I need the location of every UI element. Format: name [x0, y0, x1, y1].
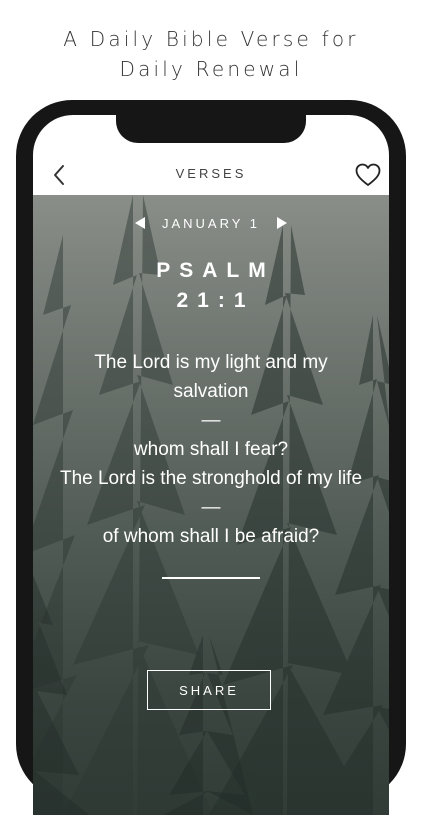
previous-day-button[interactable]: [132, 215, 148, 231]
phone-notch: [116, 115, 306, 143]
date-selector: JANUARY 1: [33, 213, 389, 233]
triangle-left-icon: [134, 217, 145, 229]
verse-line: The Lord is my light and my: [94, 352, 328, 373]
verse-line: of whom shall I be afraid?: [102, 526, 320, 547]
verse-text: The Lord is my light and my salvation — …: [33, 348, 389, 551]
verse-line: salvation: [173, 381, 249, 402]
phone-frame: VERSES JANUARY 1 PSALM 21:1 The Lord is …: [16, 100, 406, 815]
marketing-headline: A Daily Bible Verse for Daily Renewal: [0, 24, 422, 84]
divider: [162, 577, 260, 579]
nav-bar: VERSES: [33, 155, 389, 195]
favorite-button[interactable]: [353, 160, 383, 190]
nav-title: VERSES: [175, 166, 247, 181]
next-day-button[interactable]: [274, 215, 290, 231]
share-button[interactable]: SHARE: [147, 670, 271, 710]
verse-line: whom shall I fear?: [133, 439, 289, 460]
date-label: JANUARY 1: [161, 215, 261, 231]
triangle-right-icon: [277, 217, 288, 229]
heart-outline-icon: [355, 163, 381, 186]
verse-reference: 21:1: [176, 289, 255, 312]
headline-line-2: Daily Renewal: [119, 57, 303, 81]
verse-dash: —: [201, 410, 221, 431]
verse-line: The Lord is the stronghold of my life: [59, 468, 363, 489]
verse-book: PSALM: [156, 259, 275, 282]
verse-card: JANUARY 1 PSALM 21:1 The Lord is my ligh…: [33, 195, 389, 815]
phone-screen: VERSES JANUARY 1 PSALM 21:1 The Lord is …: [33, 115, 389, 815]
verse-dash: —: [201, 497, 221, 518]
headline-line-1: A Daily Bible Verse for: [63, 27, 359, 51]
